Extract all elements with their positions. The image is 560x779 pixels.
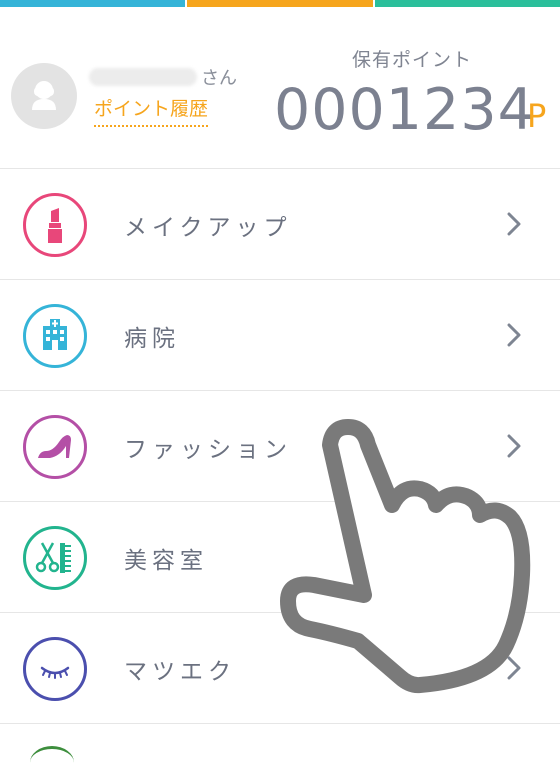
hospital-icon bbox=[23, 304, 87, 368]
menu-item-fashion[interactable]: ファッション bbox=[0, 391, 560, 502]
username: さん bbox=[89, 65, 237, 89]
account-header: さん ポイント履歴 保有ポイント 0001234 P bbox=[0, 7, 560, 169]
avatar[interactable] bbox=[11, 63, 77, 129]
menu-item-label: 美容室 bbox=[124, 548, 208, 574]
menu-item-label: 病院 bbox=[124, 326, 180, 352]
menu-item-label: メイクアップ bbox=[124, 215, 292, 241]
point-history-link[interactable]: ポイント履歴 bbox=[94, 94, 209, 127]
eyelash-icon bbox=[23, 637, 87, 701]
menu-item-eyelash[interactable]: マツエク bbox=[0, 613, 560, 724]
menu-item-label: ファッション bbox=[124, 437, 292, 463]
lipstick-icon bbox=[23, 193, 87, 257]
scissors-comb-icon bbox=[23, 526, 87, 590]
points-value: 0001234 bbox=[274, 77, 535, 143]
chevron-right-icon bbox=[507, 656, 521, 680]
menu-item-partial[interactable] bbox=[0, 724, 560, 764]
category-menu: メイクアップ 病院 ファッション 美容室 マツエク bbox=[0, 169, 560, 764]
color-segment-blue bbox=[0, 0, 186, 7]
chevron-right-icon bbox=[507, 212, 521, 236]
username-blurred bbox=[89, 68, 197, 86]
points-label: 保有ポイント bbox=[352, 49, 473, 71]
menu-item-makeup[interactable]: メイクアップ bbox=[0, 169, 560, 280]
color-segment-orange bbox=[187, 0, 373, 7]
top-color-bar bbox=[0, 0, 560, 7]
chevron-right-icon bbox=[507, 323, 521, 347]
menu-item-label: マツエク bbox=[124, 659, 236, 685]
partial-icon-edge bbox=[30, 746, 74, 779]
color-segment-green bbox=[374, 0, 560, 7]
user-silhouette-icon bbox=[32, 81, 56, 110]
chevron-right-icon bbox=[507, 434, 521, 458]
points-unit: P bbox=[527, 97, 547, 135]
username-suffix: さん bbox=[201, 68, 237, 89]
high-heel-icon bbox=[23, 415, 87, 479]
menu-item-beauty-salon[interactable]: 美容室 bbox=[0, 502, 560, 613]
menu-item-hospital[interactable]: 病院 bbox=[0, 280, 560, 391]
